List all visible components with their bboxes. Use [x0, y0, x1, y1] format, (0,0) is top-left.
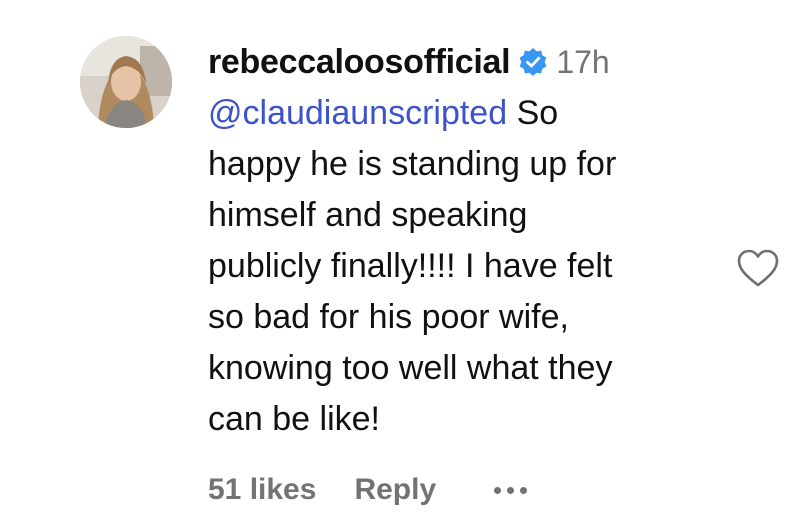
- likes-count[interactable]: 51 likes: [208, 473, 316, 507]
- more-options-icon[interactable]: [494, 475, 528, 505]
- comment-text-line-1: So: [507, 94, 559, 132]
- comment-body: rebeccaloosofficial 17h @claudiaunscript…: [208, 36, 718, 445]
- comment-text-rest: happy he is standing up for himself and …: [208, 145, 617, 438]
- more-dot: [507, 486, 515, 494]
- avatar[interactable]: [80, 36, 172, 128]
- comment-text: @claudiaunscripted So happy he is standi…: [208, 88, 718, 445]
- username[interactable]: rebeccaloosofficial: [208, 43, 511, 82]
- mention-link[interactable]: @claudiaunscripted: [208, 94, 507, 132]
- verified-badge-icon: [518, 47, 548, 77]
- comment-footer: 51 likes Reply: [208, 468, 528, 512]
- avatar-image: [80, 36, 172, 128]
- more-dot: [494, 486, 502, 494]
- comment: rebeccaloosofficial 17h @claudiaunscript…: [0, 0, 800, 530]
- comment-header: rebeccaloosofficial 17h: [208, 36, 718, 88]
- heart-outline-icon[interactable]: [736, 248, 780, 288]
- reply-button[interactable]: Reply: [354, 473, 436, 507]
- comment-time: 17h: [556, 43, 610, 80]
- more-dot: [520, 486, 528, 494]
